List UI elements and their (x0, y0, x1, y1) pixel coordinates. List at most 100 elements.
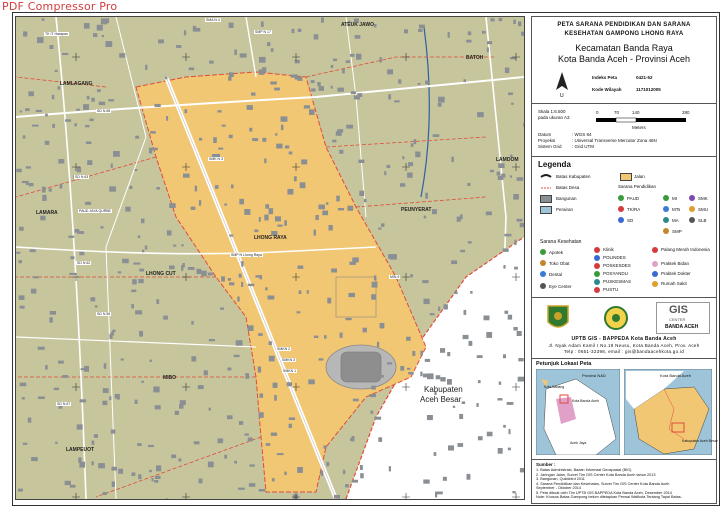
legend-smk: SMK (698, 196, 708, 201)
legend-polindes: POLINDES (603, 255, 626, 260)
building-block (31, 124, 39, 127)
legend-apotek: Apotek (549, 250, 564, 255)
building-block (498, 381, 502, 385)
building-block (198, 478, 203, 484)
building-block (327, 297, 332, 304)
building-block (476, 403, 479, 407)
building-block (318, 204, 325, 210)
legend-sd: SD (627, 218, 634, 223)
legend-praktek-dokter: Praktek Dokter (661, 271, 691, 276)
building-block (422, 373, 428, 378)
building-block (387, 362, 393, 365)
water-swatch-icon (540, 206, 552, 214)
building-block (238, 487, 245, 490)
inset-acehbesar-label: Kabupaten Aceh Besar (682, 439, 718, 443)
building-block (398, 79, 402, 84)
building-block (354, 35, 361, 39)
building-block (467, 31, 472, 36)
building-block (86, 95, 90, 100)
building-block (248, 483, 256, 487)
building-block (270, 48, 274, 52)
building-block (347, 205, 354, 211)
smp-icon (663, 228, 669, 234)
building-block (84, 365, 89, 372)
building-block (463, 309, 467, 315)
index-label: Indeks Peta (592, 75, 618, 80)
building-block (461, 401, 466, 404)
building-block (49, 311, 57, 315)
building-block (452, 405, 456, 408)
village-label: PEUNYERAT (401, 207, 432, 213)
legend-klinik: Klinik (603, 247, 614, 252)
building-block (85, 201, 92, 205)
building-block (503, 265, 506, 269)
building-block (410, 143, 414, 147)
building-block (371, 385, 376, 390)
building-block (440, 348, 446, 353)
village-label: LHONG CUT (146, 271, 176, 277)
building-block (326, 461, 330, 467)
building-block (208, 339, 215, 342)
gis-banda-text: BANDA ACEH (665, 324, 699, 330)
building-block (468, 340, 473, 346)
building-block (207, 272, 213, 276)
scale-tick: 70 (614, 110, 620, 115)
building-block (217, 110, 222, 113)
building-block (135, 135, 140, 139)
building-block (100, 18, 108, 25)
building-block (188, 67, 195, 71)
building-block (350, 53, 355, 57)
building-block (394, 100, 400, 103)
building-block (98, 101, 106, 106)
building-block (173, 244, 177, 247)
building-block (267, 295, 275, 300)
building-block (476, 355, 483, 358)
building-block (133, 262, 141, 265)
building-block (498, 17, 503, 22)
building-block (429, 313, 435, 316)
building-block (425, 192, 428, 199)
legend-batas-desa: Batas Desa (556, 185, 580, 190)
building-block (22, 442, 28, 445)
building-block (503, 354, 506, 359)
building-block (68, 235, 75, 238)
building-block (466, 473, 471, 480)
building-block (23, 31, 28, 37)
legend-smu: SMU (698, 207, 708, 212)
building-block (64, 480, 71, 486)
building-block (280, 116, 288, 122)
building-block (141, 218, 145, 224)
building-block (315, 215, 319, 221)
legend-poskesdes: POSKESDES (603, 263, 631, 268)
building-block (154, 475, 161, 479)
building-block (246, 105, 253, 110)
building-block (18, 295, 25, 300)
legend-eye-center: Eye Center (549, 284, 572, 289)
building-block (311, 88, 316, 92)
institution-address: Jl. Nyak Adam Kamil I No.19 Neusu, Kota … (548, 343, 700, 348)
building-block (119, 53, 126, 58)
village-label: BATOH (466, 55, 484, 61)
building-block (259, 393, 264, 398)
building-block (199, 137, 203, 141)
mts-icon (663, 206, 669, 212)
school-label: SMKN 2 (276, 347, 292, 351)
building-block (337, 208, 345, 211)
building-block (419, 24, 425, 29)
building-block (58, 360, 64, 364)
building-block (209, 60, 214, 64)
building-block (163, 315, 168, 320)
building-block (321, 17, 324, 23)
building-block (460, 249, 466, 253)
building-block (342, 469, 346, 475)
village-label: LAMARA (36, 210, 58, 216)
building-block (353, 95, 360, 100)
building-block (432, 134, 440, 137)
building-block (153, 386, 160, 393)
building-block (268, 355, 275, 362)
legend-toko-obat: Toko Obat (549, 261, 570, 266)
building-block (274, 87, 280, 91)
school-label: SMP N 17 (254, 30, 272, 34)
building-block (438, 96, 445, 103)
palang-merah-icon (652, 247, 658, 253)
